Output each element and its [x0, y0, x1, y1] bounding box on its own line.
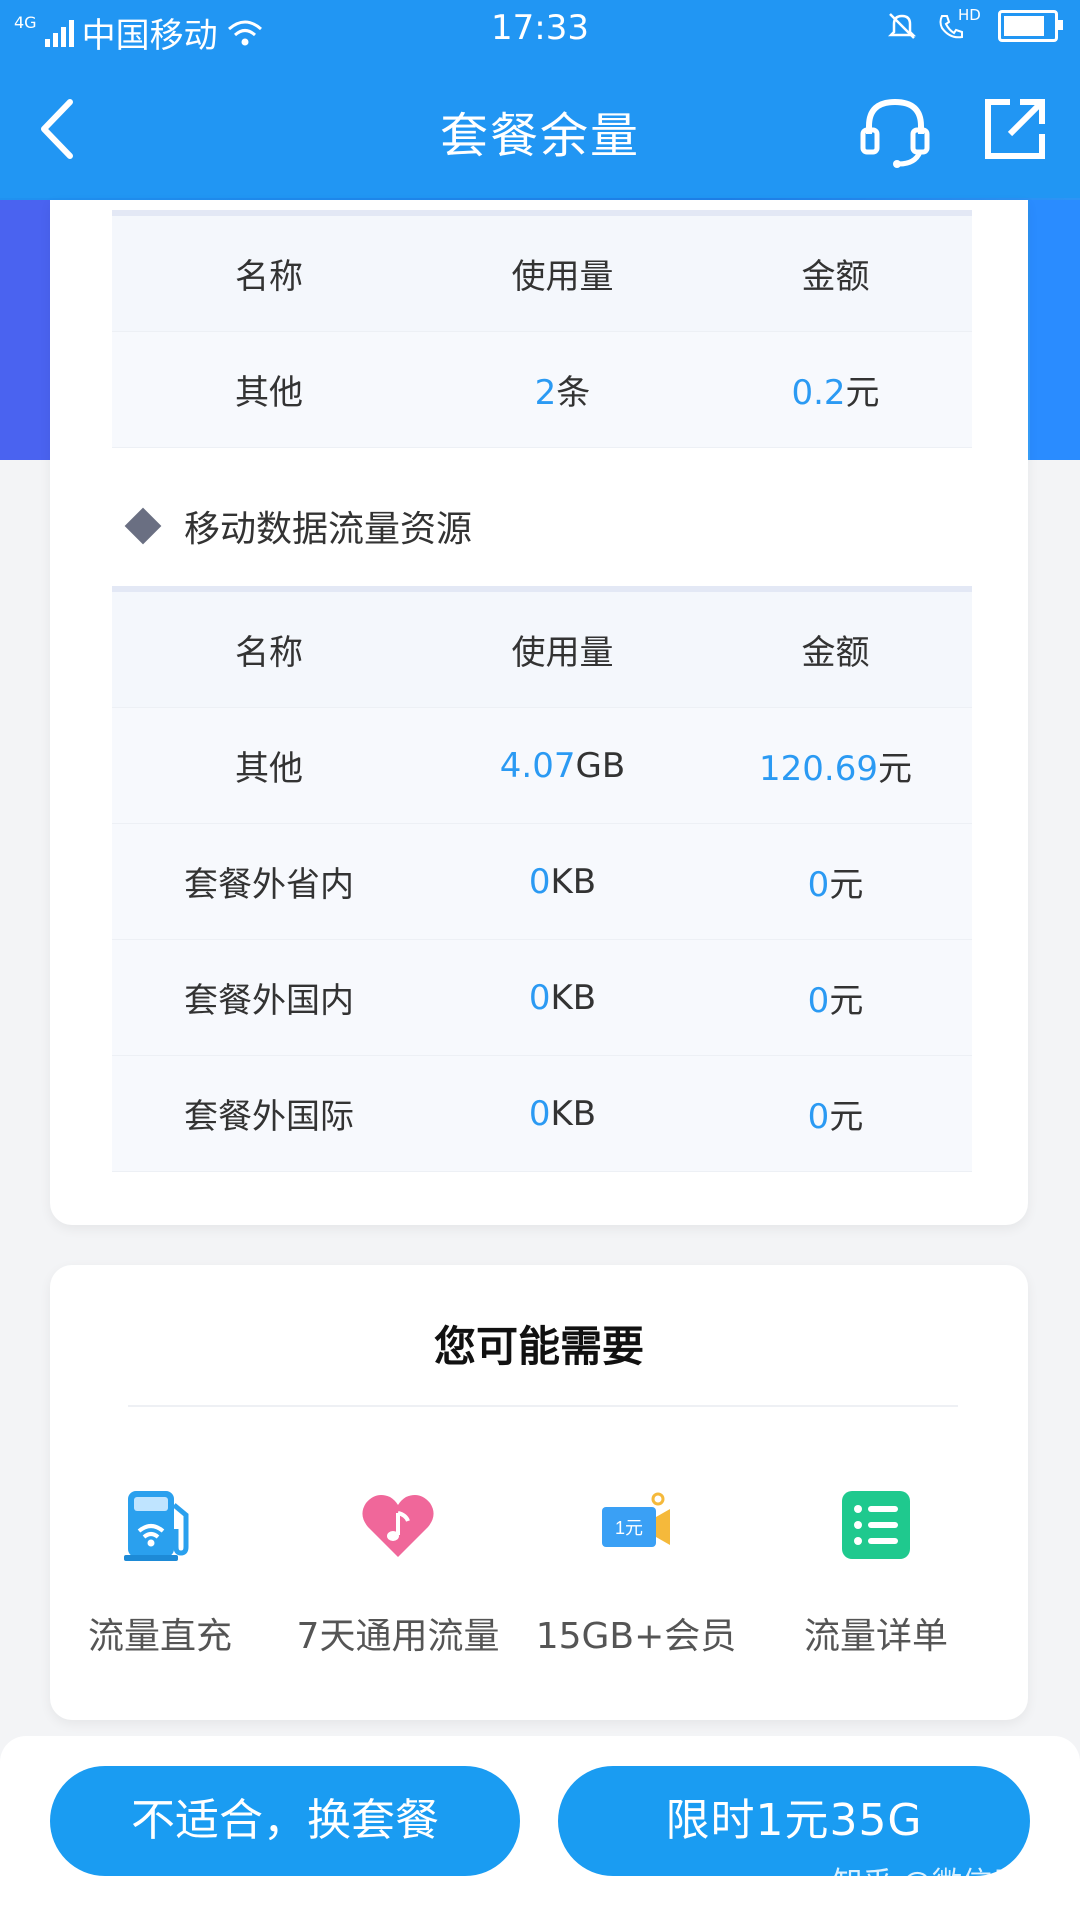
- usage-cell: 0KB: [528, 1093, 597, 1134]
- customer-service-icon[interactable]: [855, 90, 935, 170]
- row-name: 其他: [234, 373, 303, 413]
- diamond-icon: [124, 507, 162, 545]
- list-icon: [842, 1491, 910, 1559]
- table-row: 套餐外国际 0KB 0元: [112, 1056, 972, 1172]
- recommend-title: 您可能需要: [433, 1322, 644, 1371]
- amount-cell: 120.69元: [759, 749, 912, 789]
- table-header-row: 名称 使用量 金额: [112, 592, 972, 708]
- recommend-label: 7天通用流量: [296, 1616, 500, 1657]
- column-header: 金额: [801, 257, 870, 297]
- usage-card: 名称 使用量 金额 其他 2条 0.2元 移动数据流量资源 名称 使用量 金额 …: [50, 200, 1028, 1225]
- row-name: 其他: [234, 749, 303, 789]
- amount-cell: 0元: [807, 1097, 864, 1137]
- row-name: 套餐外省内: [183, 865, 354, 905]
- amount-cell: 0元: [807, 865, 864, 905]
- battery-icon: [998, 10, 1063, 42]
- watermark: 知乎 @微信用户: [832, 1866, 1052, 1901]
- usage-cell: 2条: [534, 373, 591, 413]
- table-row: 其他 4.07GB 120.69元: [112, 708, 972, 824]
- column-header: 名称: [234, 633, 303, 673]
- fuel-pump-wifi-icon: [124, 1491, 189, 1561]
- column-header: 金额: [801, 633, 870, 673]
- sms-table: 名称 使用量 金额 其他 2条 0.2元: [112, 210, 972, 448]
- column-header: 使用量: [511, 257, 614, 297]
- recommend-item-data-recharge[interactable]: 流量直充: [40, 1485, 280, 1659]
- ticket-icon: 1元: [602, 1492, 670, 1547]
- recommend-label: 15GB+会员: [535, 1616, 737, 1657]
- hd-call-icon: HD: [936, 6, 981, 42]
- recommend-label: 流量直充: [87, 1616, 232, 1657]
- change-plan-button[interactable]: 不适合，换套餐: [50, 1766, 520, 1876]
- section-heading: 移动数据流量资源: [122, 500, 472, 552]
- row-name: 套餐外国际: [183, 1097, 354, 1137]
- heart-icon: [362, 1495, 434, 1557]
- banner-edge-left: [0, 200, 50, 460]
- table-header-row: 名称 使用量 金额: [112, 216, 972, 332]
- usage-cell: 0KB: [528, 861, 597, 902]
- column-header: 名称: [234, 257, 303, 297]
- recommend-card: 您可能需要 流量直充 7天通用流量 1元 15GB+会员 流量详单: [50, 1265, 1028, 1720]
- usage-cell: 4.07GB: [499, 745, 626, 786]
- recommend-item-7day-data[interactable]: 7天通用流量: [278, 1485, 518, 1659]
- data-table: 名称 使用量 金额 其他 4.07GB 120.69元 套餐外省内 0KB 0元…: [112, 586, 972, 1172]
- recommend-item-15gb-member[interactable]: 1元 15GB+会员: [516, 1485, 756, 1659]
- bell-mute-icon: [887, 13, 917, 39]
- usage-cell: 0KB: [528, 977, 597, 1018]
- table-row: 套餐外国内 0KB 0元: [112, 940, 972, 1056]
- section-title: 移动数据流量资源: [184, 509, 473, 550]
- column-header: 使用量: [511, 633, 614, 673]
- status-bar: 4G 中国移动 17:33 HD: [0, 0, 1080, 58]
- table-row: 套餐外省内 0KB 0元: [112, 824, 972, 940]
- amount-cell: 0元: [807, 981, 864, 1021]
- divider: [128, 1405, 958, 1407]
- amount-cell: 0.2元: [791, 373, 880, 413]
- banner-edge-right: [1030, 200, 1080, 460]
- row-name: 套餐外国内: [183, 981, 354, 1021]
- recommend-label: 流量详单: [803, 1616, 948, 1657]
- table-row: 其他 2条 0.2元: [112, 332, 972, 448]
- recommend-item-data-detail[interactable]: 流量详单: [756, 1485, 996, 1659]
- svg-text:1元: 1元: [615, 1518, 643, 1538]
- share-icon[interactable]: [980, 94, 1050, 164]
- navigation-bar: 套餐余量: [0, 58, 1080, 198]
